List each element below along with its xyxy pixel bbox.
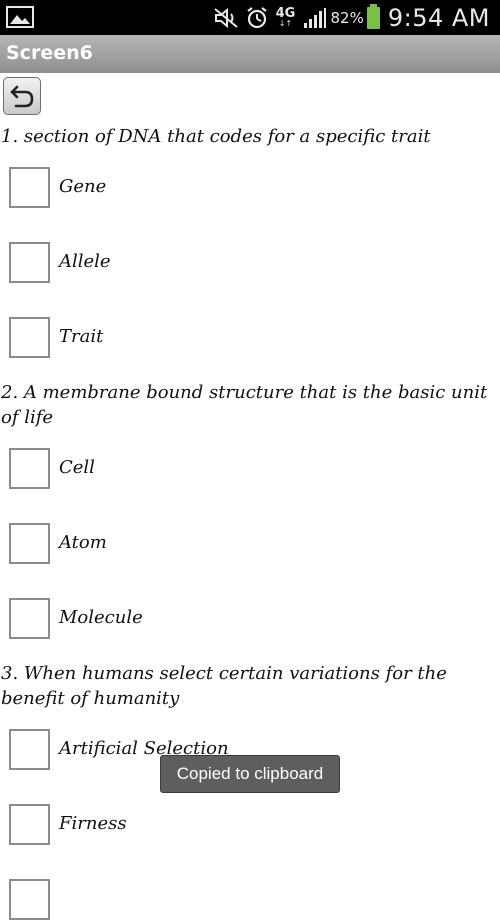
option-trait[interactable]: Trait: [9, 317, 489, 361]
signal-icon: [303, 7, 326, 28]
checkbox[interactable]: [9, 167, 50, 208]
checkbox[interactable]: [9, 879, 50, 920]
option-label: Trait: [59, 326, 104, 347]
option-label: Gene: [59, 176, 107, 197]
option-gene[interactable]: Gene: [9, 167, 489, 211]
screen-title: Screen6: [6, 42, 93, 64]
toast-message: Copied to clipboard: [160, 755, 340, 793]
option-label: Firness: [59, 813, 127, 834]
option-label: Cell: [59, 457, 95, 478]
alarm-icon: [246, 6, 267, 28]
option-partial[interactable]: [9, 879, 489, 923]
checkbox[interactable]: [9, 804, 50, 845]
back-arrow-icon: [10, 85, 34, 108]
battery-percent: 82%: [330, 8, 364, 27]
mute-icon: [213, 7, 238, 28]
battery-icon: [366, 3, 380, 29]
gallery-icon: [6, 6, 34, 28]
checkbox[interactable]: [9, 317, 50, 358]
checkbox[interactable]: [9, 242, 50, 283]
back-button[interactable]: [3, 77, 41, 115]
status-icons: 4G ↓↑ 82% 9:54 AM: [207, 0, 491, 35]
question-2: 2. A membrane bound structure that is th…: [1, 382, 488, 428]
checkbox[interactable]: [9, 523, 50, 564]
option-atom[interactable]: Atom: [9, 523, 489, 567]
option-allele[interactable]: Allele: [9, 242, 489, 286]
option-label: Atom: [59, 532, 107, 553]
network-4g-indicator: 4G ↓↑: [275, 5, 296, 28]
option-label: Molecule: [59, 607, 143, 628]
option-molecule[interactable]: Molecule: [9, 598, 489, 642]
option-cell[interactable]: Cell: [9, 448, 489, 492]
question-1: 1. section of DNA that codes for a speci…: [1, 126, 431, 147]
status-bar: 4G ↓↑ 82% 9:54 AM: [0, 0, 500, 35]
checkbox[interactable]: [9, 448, 50, 489]
option-label: Allele: [59, 251, 111, 272]
clock: 9:54 AM: [387, 3, 490, 32]
checkbox[interactable]: [9, 729, 50, 770]
question-3: 3. When humans select certain variations…: [1, 663, 447, 709]
checkbox[interactable]: [9, 598, 50, 639]
option-firness[interactable]: Firness: [9, 804, 489, 848]
title-bar: Screen6: [0, 35, 500, 73]
